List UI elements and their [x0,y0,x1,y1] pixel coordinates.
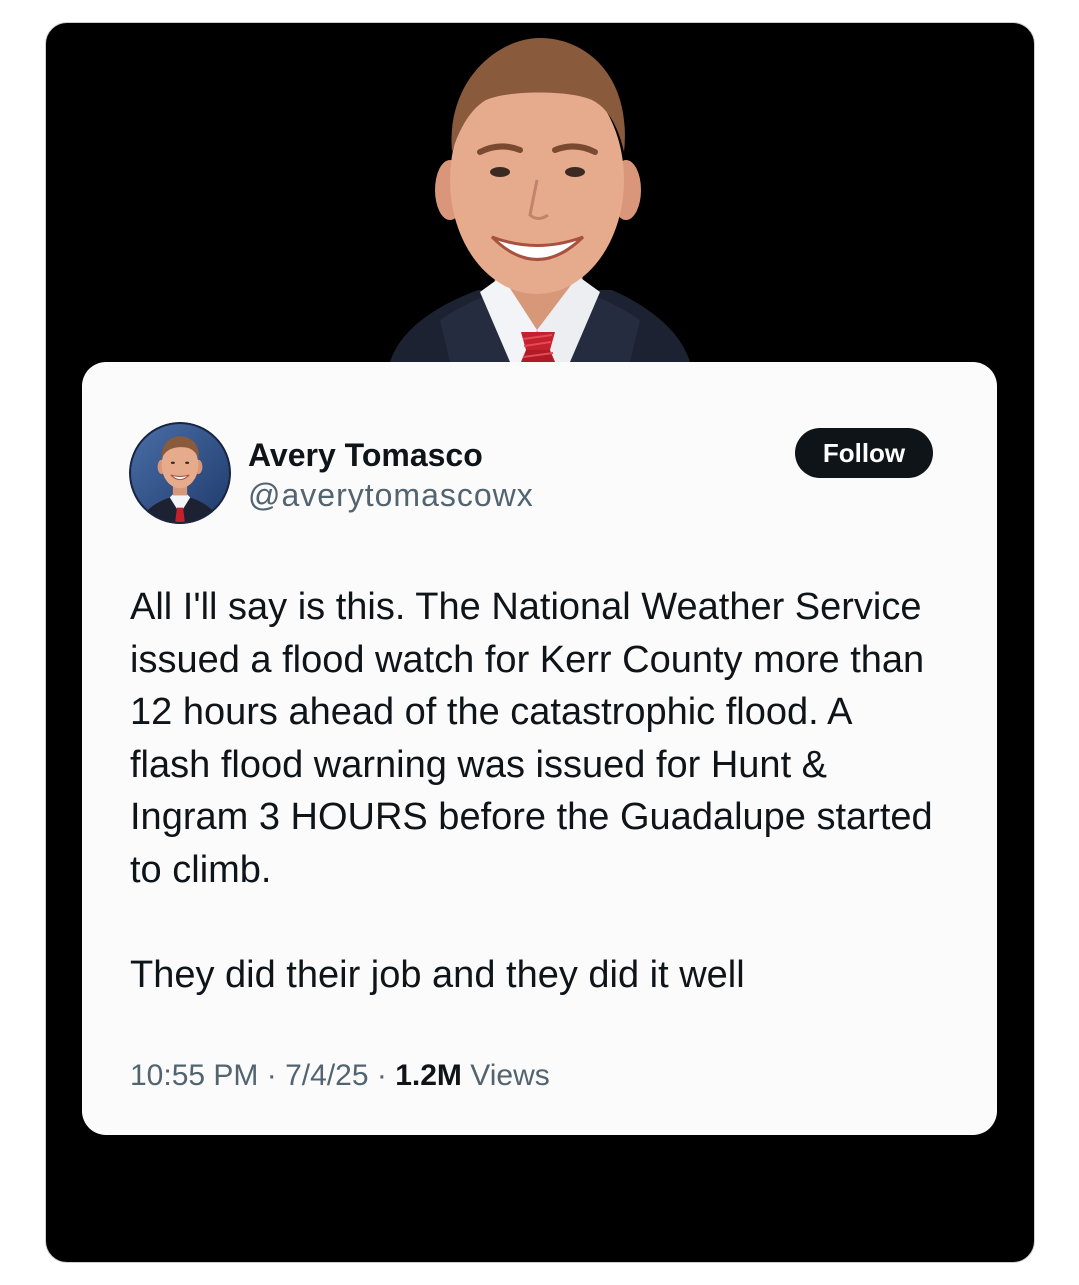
post-text: All I'll say is this. The National Weath… [130,581,933,1001]
author-handle[interactable]: @averytomascowx [248,476,534,514]
post-text-line: They did their job and they did it well [130,953,745,996]
post-date[interactable]: 7/4/25 [285,1059,368,1092]
views-label: Views [470,1059,550,1092]
post-text-line: Ingram 3 HOURS before the Guadalupe star… [130,796,933,838]
avatar[interactable] [129,422,231,524]
post-card: Avery Tomasco @averytomascowx Follow All… [82,362,997,1135]
meta-separator: · [266,1059,277,1092]
post-text-line: to climb. [130,848,272,891]
follow-button[interactable]: Follow [795,428,933,478]
author-portrait-photo [390,38,690,362]
author-name[interactable]: Avery Tomasco [248,436,483,474]
post-text-line: issued a flood watch for Kerr County mor… [130,638,925,681]
author-avatar-photo [129,422,231,524]
post-metadata: 10:55 PM · 7/4/25 · 1.2M Views [130,1058,550,1094]
post-time[interactable]: 10:55 PM [130,1059,258,1092]
post-text-line: All I'll say is this. The National Weath… [130,586,922,628]
post-text-line: flash flood warning was issued for Hunt … [130,743,828,786]
post-paragraph: They did their job and they did it well [130,949,933,1002]
post-paragraph: All I'll say is this. The National Weath… [130,581,933,896]
post-text-line: 12 hours ahead of the catastrophic flood… [130,691,853,733]
views-count: 1.2M [395,1059,462,1092]
meta-separator: · [376,1059,387,1092]
portrait-tie [521,332,555,362]
portrait-head [435,38,641,294]
